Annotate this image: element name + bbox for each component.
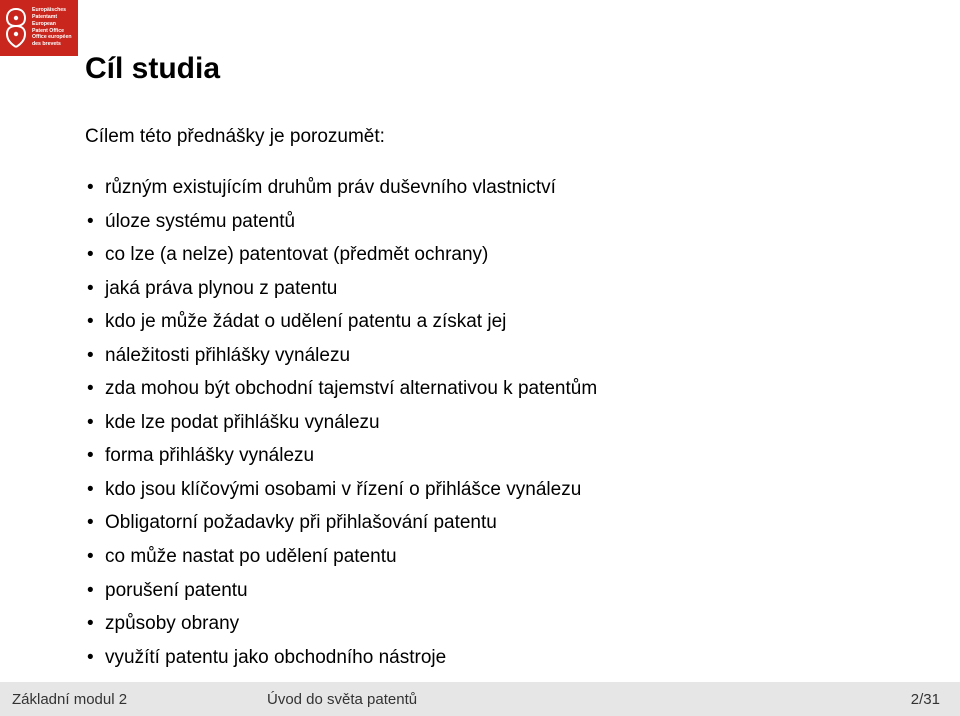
list-item: co může nastat po udělení patentu [85, 543, 900, 571]
epo-logo-text: Europäisches Patentamt European Patent O… [32, 4, 72, 52]
list-item: jaká práva plynou z patentu [85, 275, 900, 303]
slide-intro: Cílem této přednášky je porozumět: [85, 126, 900, 148]
list-item: kdo je může žádat o udělení patentu a zí… [85, 308, 900, 336]
list-item: kdo jsou klíčovými osobami v řízení o př… [85, 476, 900, 504]
logo-line: Patentamt [32, 15, 72, 21]
list-item: různým existujícím druhům práv duševního… [85, 174, 900, 202]
logo-line: des brevets [32, 42, 72, 48]
bullet-list: různým existujícím druhům práv duševního… [85, 174, 900, 671]
list-item: způsoby obrany [85, 610, 900, 638]
epo-logo-mark-icon [5, 4, 27, 52]
list-item: co lze (a nelze) patentovat (předmět och… [85, 241, 900, 269]
list-item: porušení patentu [85, 577, 900, 605]
list-item: úloze systému patentů [85, 208, 900, 236]
slide-footer: Základní modul 2 Úvod do světa patentů 2… [0, 682, 960, 716]
list-item: využítí patentu jako obchodního nástroje [85, 644, 900, 672]
list-item: Obligatorní požadavky při přihlašování p… [85, 509, 900, 537]
list-item: zda mohou být obchodní tajemství alterna… [85, 375, 900, 403]
slide-page: Europäisches Patentamt European Patent O… [0, 0, 960, 716]
logo-line: European [32, 22, 72, 28]
slide-content: Cíl studia Cílem této přednášky je poroz… [85, 52, 900, 677]
epo-logo: Europäisches Patentamt European Patent O… [0, 0, 78, 56]
footer-page-number: 2/31 [911, 691, 940, 708]
list-item: náležitosti přihlášky vynálezu [85, 342, 900, 370]
list-item: forma přihlášky vynálezu [85, 442, 900, 470]
footer-title: Úvod do světa patentů [267, 691, 911, 708]
list-item: kde lze podat přihlášku vynálezu [85, 409, 900, 437]
footer-module: Základní modul 2 [12, 691, 267, 708]
slide-title: Cíl studia [85, 52, 900, 86]
